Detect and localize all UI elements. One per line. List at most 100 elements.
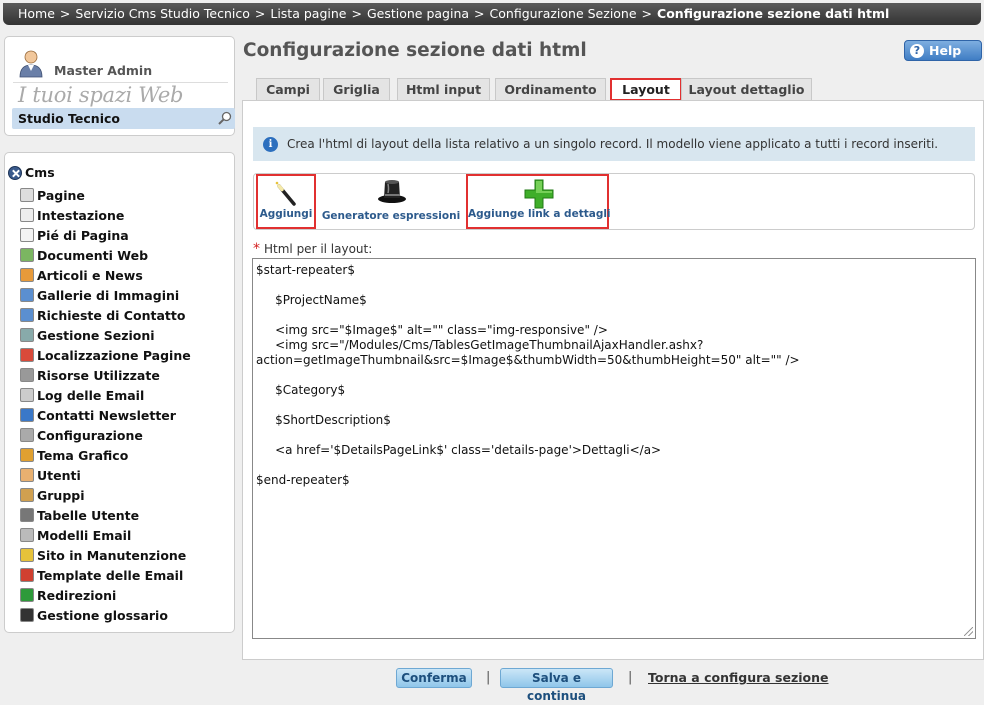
expression-generator-label: Generatore espressioni bbox=[321, 210, 461, 222]
breadcrumb-item[interactable]: Lista pagine bbox=[270, 6, 346, 21]
breadcrumb-separator: > bbox=[641, 6, 653, 21]
sidebar-item-label: Utenti bbox=[37, 467, 81, 483]
page-icon bbox=[20, 188, 34, 202]
code-line: action=getImageThumbnail&src=$Image$&thu… bbox=[256, 353, 800, 367]
tab-ordinamento[interactable]: Ordinamento bbox=[495, 78, 606, 101]
sidebar-item-documenti-web[interactable]: Documenti Web bbox=[20, 245, 191, 265]
header-icon bbox=[20, 208, 34, 222]
expression-generator-button[interactable]: Generatore espressioni bbox=[321, 174, 461, 229]
sidebar-item-label: Redirezioni bbox=[37, 587, 117, 603]
sidebar-item-pagine[interactable]: Pagine bbox=[20, 185, 191, 205]
sidebar-item-label: Intestazione bbox=[37, 207, 125, 223]
sidebar-item-articoli-e-news[interactable]: Articoli e News bbox=[20, 265, 191, 285]
search-icon[interactable] bbox=[217, 110, 233, 126]
separator: | bbox=[628, 670, 633, 685]
code-line: <img src="$Image$" alt="" class="img-res… bbox=[256, 323, 608, 337]
localization-icon bbox=[20, 348, 34, 362]
tab-html-input[interactable]: Html input bbox=[397, 78, 490, 101]
tab-layout-dettaglio[interactable]: Layout dettaglio bbox=[681, 78, 812, 101]
tab-layout[interactable]: Layout bbox=[610, 78, 682, 101]
tab-label: Campi bbox=[266, 82, 310, 97]
web-documents-icon bbox=[20, 248, 34, 262]
sidebar-item-contatti-newsletter[interactable]: Contatti Newsletter bbox=[20, 405, 191, 425]
sidebar-item-label: Risorse Utilizzate bbox=[37, 367, 160, 383]
content-panel: i Crea l'html di layout della lista rela… bbox=[242, 100, 984, 660]
sidebar-item-log-delle-email[interactable]: Log delle Email bbox=[20, 385, 191, 405]
html-layout-textarea[interactable]: $start-repeater$ $ProjectName$ <img src=… bbox=[252, 258, 976, 639]
breadcrumb-item[interactable]: Gestione pagina bbox=[367, 6, 469, 21]
newsletter-icon bbox=[20, 408, 34, 422]
sidebar-item-gestione-sezioni[interactable]: Gestione Sezioni bbox=[20, 325, 191, 345]
sidebar-nav: Cms Pagine Intestazione Pié di Pagina Docum… bbox=[4, 152, 235, 633]
confirm-button[interactable]: Conferma bbox=[396, 668, 472, 688]
site-selector[interactable]: Studio Tecnico bbox=[12, 108, 235, 129]
sidebar-item-tabelle-utente[interactable]: Tabelle Utente bbox=[20, 505, 191, 525]
breadcrumb-item[interactable]: Configurazione Sezione bbox=[490, 6, 637, 21]
sidebar-item-label: Log delle Email bbox=[37, 387, 145, 403]
sidebar-item-sito-in-manutenzione[interactable]: Sito in Manutenzione bbox=[20, 545, 191, 565]
sidebar-item-label: Configurazione bbox=[37, 427, 143, 443]
sidebar-item-gallerie-di-immagini[interactable]: Gallerie di Immagini bbox=[20, 285, 191, 305]
code-line: $ShortDescription$ bbox=[256, 413, 391, 427]
sidebar-item-template-delle-email[interactable]: Template delle Email bbox=[20, 565, 191, 585]
add-label: Aggiungi bbox=[259, 208, 313, 220]
sidebar-item-configurazione[interactable]: Configurazione bbox=[20, 425, 191, 445]
info-message: i Crea l'html di layout della lista rela… bbox=[253, 127, 975, 161]
save-continue-button[interactable]: Salva e continua bbox=[500, 668, 613, 703]
magic-wand-icon bbox=[275, 181, 296, 206]
separator: | bbox=[486, 670, 491, 685]
tab-griglia[interactable]: Griglia bbox=[323, 78, 390, 101]
sidebar-item-label: Gallerie di Immagini bbox=[37, 287, 180, 303]
breadcrumb-separator: > bbox=[59, 6, 71, 21]
maintenance-icon bbox=[20, 548, 34, 562]
theme-icon bbox=[20, 448, 34, 462]
sidebar-item-tema-grafico[interactable]: Tema Grafico bbox=[20, 445, 191, 465]
sidebar-item-pi-di-pagina[interactable]: Pié di Pagina bbox=[20, 225, 191, 245]
sidebar-item-risorse-utilizzate[interactable]: Risorse Utilizzate bbox=[20, 365, 191, 385]
sidebar-item-label: Sito in Manutenzione bbox=[37, 547, 187, 563]
sidebar-item-label: Localizzazione Pagine bbox=[37, 347, 191, 363]
green-plus-icon bbox=[524, 179, 554, 209]
resize-grip-icon[interactable] bbox=[964, 627, 973, 636]
tab-campi[interactable]: Campi bbox=[256, 78, 320, 101]
sidebar-item-label: Documenti Web bbox=[37, 247, 149, 263]
breadcrumb-item[interactable]: Servizio Cms Studio Tecnico bbox=[75, 6, 249, 21]
tab-label: Griglia bbox=[333, 82, 380, 97]
tab-label: Html input bbox=[405, 82, 482, 97]
sidebar-item-localizzazione-pagine[interactable]: Localizzazione Pagine bbox=[20, 345, 191, 365]
sidebar-item-label: Contatti Newsletter bbox=[37, 407, 176, 423]
back-to-section-link[interactable]: Torna a configura sezione bbox=[648, 670, 829, 685]
help-icon: ? bbox=[910, 43, 924, 58]
news-icon bbox=[20, 268, 34, 282]
code-line: <img src="/Modules/Cms/TablesGetImageThu… bbox=[256, 338, 704, 352]
sidebar-item-label: Gestione glossario bbox=[37, 607, 168, 623]
sections-icon bbox=[20, 328, 34, 342]
tables-icon bbox=[20, 508, 34, 522]
nav-root-label: Cms bbox=[25, 165, 55, 180]
sidebar-item-utenti[interactable]: Utenti bbox=[20, 465, 191, 485]
code-line: $start-repeater$ bbox=[256, 263, 355, 277]
tab-label: Layout bbox=[622, 82, 670, 97]
breadcrumb-item[interactable]: Home bbox=[18, 6, 55, 21]
sidebar-item-richieste-di-contatto[interactable]: Richieste di Contatto bbox=[20, 305, 191, 325]
gallery-icon bbox=[20, 288, 34, 302]
sidebar-item-redirezioni[interactable]: Redirezioni bbox=[20, 585, 191, 605]
sidebar-item-label: Pié di Pagina bbox=[37, 227, 129, 243]
nav-root-cms[interactable]: Cms bbox=[8, 165, 55, 180]
info-text: Crea l'html di layout della lista relati… bbox=[287, 137, 939, 151]
add-button[interactable]: Aggiungi bbox=[256, 174, 316, 229]
help-button[interactable]: ? Help bbox=[904, 40, 982, 61]
add-details-link-button[interactable]: Aggiunge link a dettagli bbox=[466, 174, 611, 229]
sidebar-item-gestione-glossario[interactable]: Gestione glossario bbox=[20, 605, 191, 625]
sidebar-item-label: Pagine bbox=[37, 187, 85, 203]
sidebar-item-intestazione[interactable]: Intestazione bbox=[20, 205, 191, 225]
sidebar-item-modelli-email[interactable]: Modelli Email bbox=[20, 525, 191, 545]
sidebar-item-gruppi[interactable]: Gruppi bbox=[20, 485, 191, 505]
breadcrumb-separator: > bbox=[351, 6, 362, 21]
sidebar-item-label: Richieste di Contatto bbox=[37, 307, 186, 323]
user-name: Master Admin bbox=[54, 63, 153, 78]
tab-label: Layout dettaglio bbox=[688, 82, 805, 97]
